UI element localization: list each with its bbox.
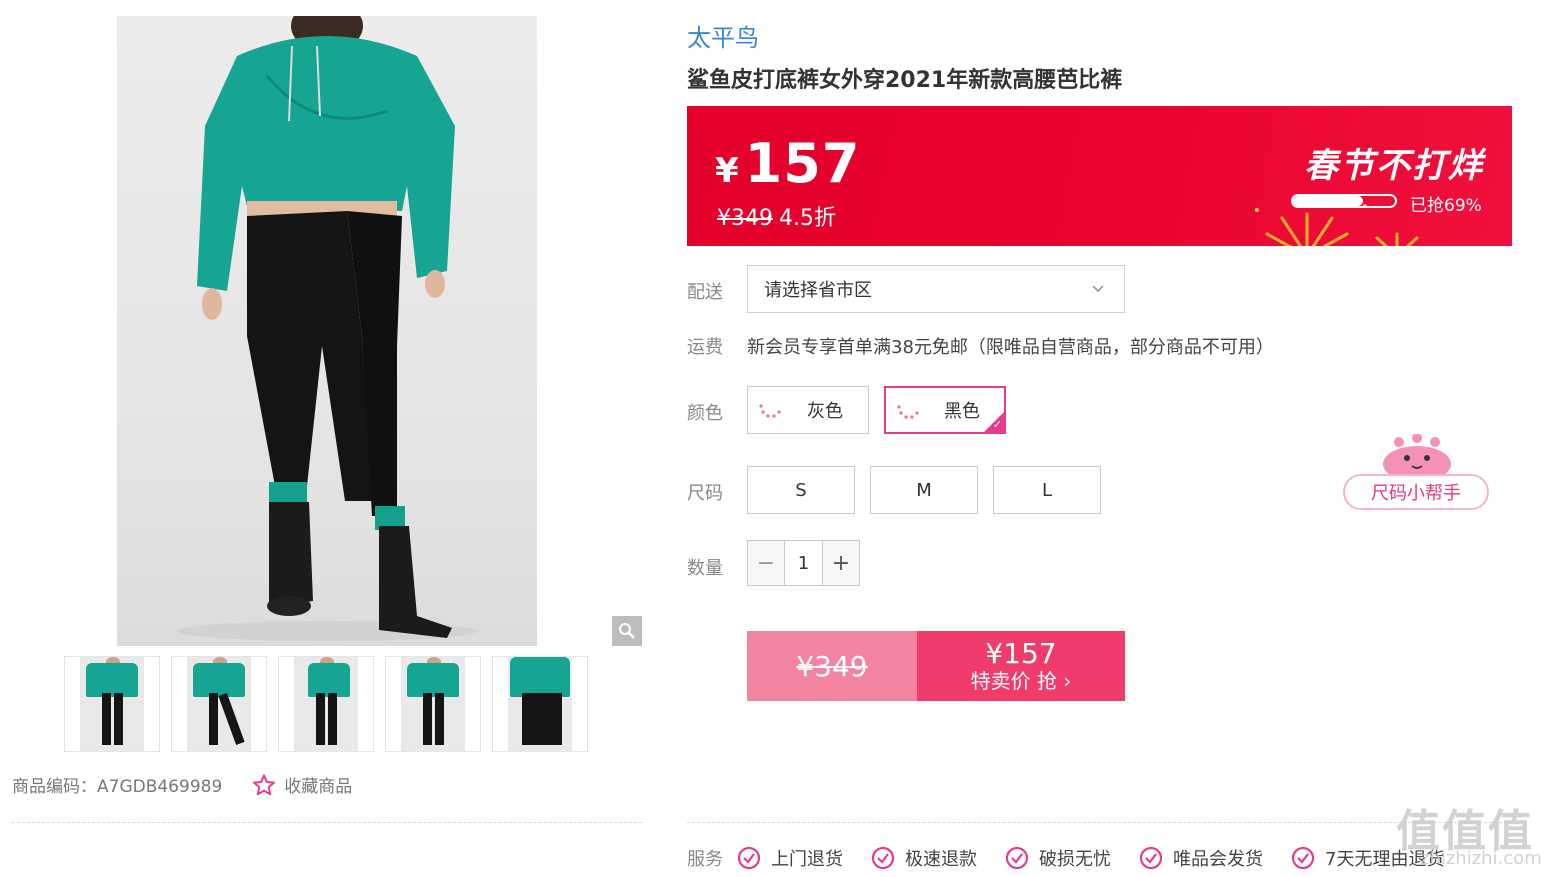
quantity-stepper: − 1 + [747,540,860,586]
original-price: ¥349 [717,206,773,231]
check-circle-icon [737,846,761,870]
divider-left [12,822,642,823]
brand-link[interactable]: 太平鸟 [687,18,759,53]
service-label: 极速退款 [905,849,977,870]
thumbnail-4[interactable] [385,656,481,752]
buy-main[interactable]: ¥157 特卖价 抢 › [917,631,1125,701]
sku-code: 商品编码：A7GDB469989 [12,777,223,797]
service-item: 上门退货 [737,845,843,871]
shipping-info: 新会员专享首单满38元免邮（限唯品自营商品，部分商品不可用） [747,337,1274,358]
promo-title: 春节不打烊 [1304,146,1484,186]
delivery-label: 配送 [687,282,723,303]
thumbnail-1[interactable] [64,656,160,752]
zoom-button[interactable] [612,616,642,646]
product-photo [177,16,477,641]
size-option-m[interactable]: M [870,466,978,514]
buy-button[interactable]: ¥349 ¥157 特卖价 抢 › [747,631,1125,701]
service-item: 极速退款 [871,845,977,871]
color-option-gray[interactable]: 灰色 [747,386,869,434]
color-label: 颜色 [687,403,723,424]
price-banner: ¥ 157 ¥349 4.5折 春节不打烊 已抢69% [687,106,1512,246]
banner-original-row: ¥349 4.5折 [717,200,836,232]
sold-percent-text: 已抢69% [1410,196,1482,216]
check-circle-icon [1005,846,1029,870]
services-row: 服务 上门退货 极速退款 破损无忧 唯品会发货 7天无理由退货 [687,845,1472,871]
size-option-l[interactable]: L [993,466,1101,514]
size-helper-button[interactable]: 尺码小帮手 [1343,434,1491,514]
sku-row: 商品编码：A7GDB469989 收藏商品 [12,772,352,797]
service-item: 破损无忧 [1005,845,1111,871]
loading-swatch-icon [759,404,781,418]
thumbnail-2[interactable] [171,656,267,752]
star-icon [253,774,276,795]
chevron-down-icon [1092,285,1104,293]
sold-progress-bar [1291,194,1397,208]
service-label: 上门退货 [771,849,843,870]
region-placeholder: 请选择省市区 [764,280,872,301]
color-option-label: 灰色 [807,401,843,422]
size-helper-label: 尺码小帮手 [1343,474,1489,510]
size-label: 尺码 [687,483,723,504]
quantity-value[interactable]: 1 [784,541,823,585]
check-icon: ✓ [992,418,1002,431]
service-item: 唯品会发货 [1139,845,1263,871]
main-product-image[interactable] [117,16,537,646]
discount-rate: 4.5折 [779,206,836,231]
favorite-label: 收藏商品 [284,777,353,797]
color-option-black[interactable]: 黑色 ✓ [884,386,1006,434]
loading-swatch-icon [897,405,919,419]
services-label: 服务 [687,849,723,870]
buy-cta: 特卖价 抢 › [970,669,1072,694]
quantity-label: 数量 [687,558,723,579]
thumbnail-strip [64,656,588,752]
region-select[interactable]: 请选择省市区 [747,265,1125,313]
thumbnail-3[interactable] [278,656,374,752]
color-option-label: 黑色 [944,401,980,422]
shipping-label: 运费 [687,337,723,358]
thumbnail-5[interactable] [492,656,588,752]
check-circle-icon [871,846,895,870]
buy-original-price: ¥349 [747,631,917,701]
favorite-button[interactable]: 收藏商品 [252,772,352,797]
buy-price: ¥157 [985,636,1057,670]
divider-right [687,822,1512,823]
service-label: 破损无忧 [1039,849,1111,870]
watermark-site: zhizhizhi.com [1420,848,1542,869]
check-circle-icon [1291,846,1315,870]
sale-price: 157 [744,132,861,195]
sold-progress-fill [1293,196,1364,206]
product-title: 鲨鱼皮打底裤女外穿2021年新款高腰芭比裤 [687,68,1123,93]
check-circle-icon [1139,846,1163,870]
quantity-plus-button[interactable]: + [823,541,859,585]
size-option-s[interactable]: S [747,466,855,514]
currency-symbol: ¥ [715,151,739,191]
service-label: 唯品会发货 [1173,849,1263,870]
banner-price: ¥ 157 [715,132,860,195]
quantity-minus-button[interactable]: − [748,541,784,585]
magnifier-icon [619,623,635,639]
